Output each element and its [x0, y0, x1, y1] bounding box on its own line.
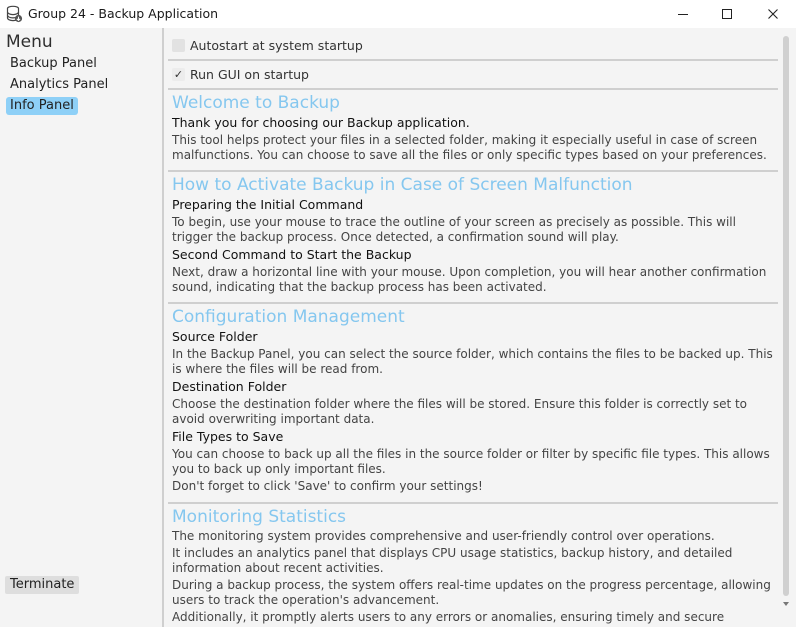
vertical-scrollbar[interactable] — [782, 36, 790, 606]
maximize-button[interactable] — [704, 0, 750, 28]
monitoring-text-1: The monitoring system provides comprehen… — [172, 528, 715, 543]
autostart-option: Autostart at system startup — [168, 32, 778, 61]
activate-section: How to Activate Backup in Case of Screen… — [168, 172, 778, 304]
run-gui-checkbox[interactable]: ✓ — [172, 68, 185, 81]
maximize-icon — [722, 9, 732, 19]
monitoring-text-3: During a backup process, the system offe… — [172, 578, 771, 607]
second-command-heading: Second Command to Start the Backup — [172, 247, 412, 262]
terminate-button[interactable]: Terminate — [5, 576, 80, 594]
close-button[interactable] — [750, 0, 796, 28]
welcome-heading: Welcome to Backup — [172, 93, 340, 113]
sidebar-item-info-panel[interactable]: Info Panel — [6, 97, 78, 115]
file-types-heading: File Types to Save — [172, 429, 284, 444]
monitoring-text-2: It includes an analytics panel that disp… — [172, 546, 733, 575]
monitoring-heading: Monitoring Statistics — [172, 506, 347, 527]
menu-title: Menu — [6, 32, 53, 52]
autostart-label[interactable]: Autostart at system startup — [190, 38, 363, 53]
monitoring-section: Monitoring Statistics The monitoring sys… — [168, 504, 778, 627]
window-title: Group 24 - Backup Application — [28, 6, 219, 21]
sidebar: Menu Backup Panel Analytics Panel Info P… — [0, 28, 162, 627]
minimize-button[interactable] — [660, 0, 706, 28]
run-gui-option: ✓ Run GUI on startup — [168, 61, 778, 90]
sidebar-divider — [162, 28, 164, 627]
close-icon — [768, 9, 778, 19]
monitoring-text-4: Additionally, it promptly alerts users t… — [172, 610, 725, 627]
scroll-down-arrow-icon[interactable] — [782, 600, 790, 608]
second-command-text: Next, draw a horizontal line with your m… — [172, 265, 767, 294]
config-heading: Configuration Management — [172, 307, 405, 327]
run-gui-label[interactable]: Run GUI on startup — [190, 67, 309, 82]
scrollbar-thumb[interactable] — [783, 36, 789, 596]
destination-folder-heading: Destination Folder — [172, 379, 287, 394]
autostart-checkbox[interactable] — [172, 39, 185, 52]
sidebar-item-backup-panel[interactable]: Backup Panel — [6, 55, 101, 73]
initial-command-heading: Preparing the Initial Command — [172, 197, 364, 212]
welcome-text: This tool helps protect your files in a … — [172, 133, 767, 162]
welcome-section: Welcome to Backup Thank you for choosing… — [168, 90, 778, 172]
database-stack-icon — [6, 5, 23, 23]
sidebar-item-analytics-panel[interactable]: Analytics Panel — [6, 76, 112, 94]
minimize-icon — [678, 14, 688, 15]
window-client: Menu Backup Panel Analytics Panel Info P… — [0, 28, 796, 627]
title-bar: Group 24 - Backup Application — [0, 0, 796, 28]
source-folder-heading: Source Folder — [172, 329, 258, 344]
file-types-text: You can choose to back up all the files … — [172, 447, 770, 476]
save-reminder-text: Don't forget to click 'Save' to confirm … — [172, 479, 483, 493]
config-section: Configuration Management Source Folder I… — [168, 304, 778, 504]
source-folder-text: In the Backup Panel, you can select the … — [172, 347, 773, 376]
destination-folder-text: Choose the destination folder where the … — [172, 397, 748, 426]
initial-command-text: To begin, use your mouse to trace the ou… — [172, 215, 736, 244]
activate-heading: How to Activate Backup in Case of Screen… — [172, 175, 633, 195]
info-panel: Autostart at system startup ✓ Run GUI on… — [168, 32, 778, 627]
welcome-subtitle: Thank you for choosing our Backup applic… — [172, 115, 470, 130]
